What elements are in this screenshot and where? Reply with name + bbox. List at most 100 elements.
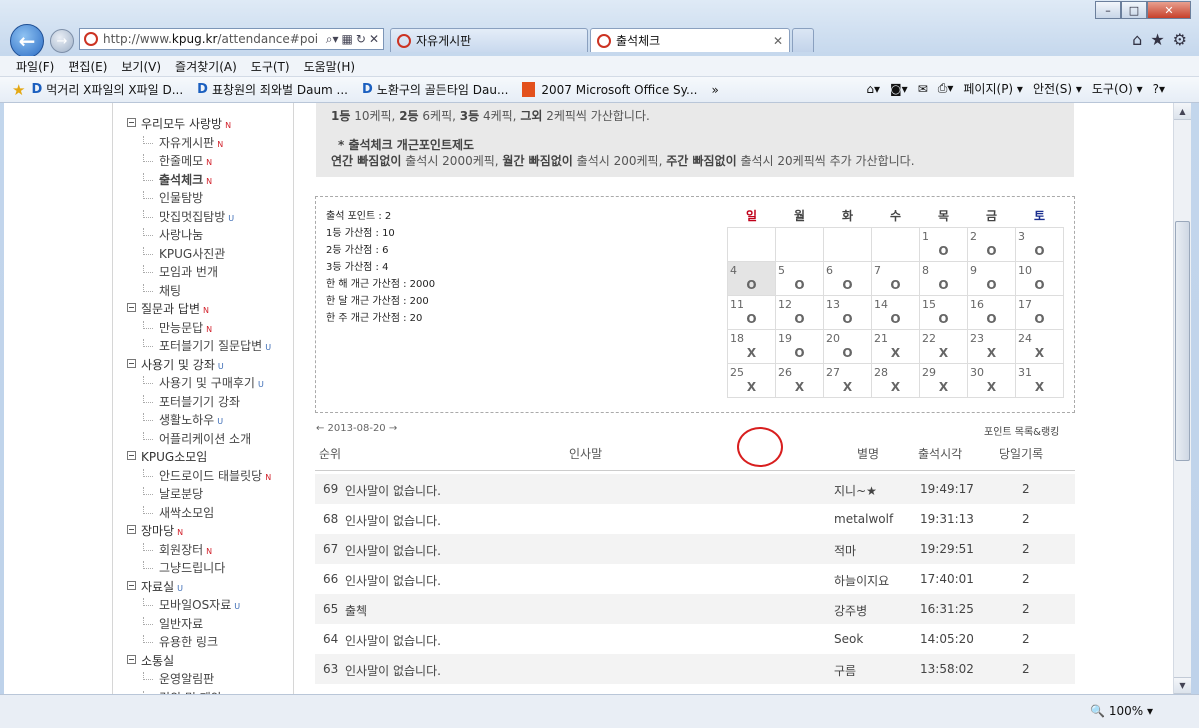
command-page[interactable]: 페이지(P) ▾ xyxy=(963,80,1023,97)
collapse-icon[interactable] xyxy=(127,525,136,534)
sidebar-item[interactable]: 안드로이드 태블릿당 N xyxy=(143,467,271,484)
sidebar-item[interactable]: 날로분당 xyxy=(143,485,203,502)
menu-help[interactable]: 도움말(H) xyxy=(304,58,356,75)
sidebar-item[interactable]: 운영알림판 xyxy=(143,670,214,687)
compat-view-icon[interactable]: ▦ xyxy=(342,32,353,47)
nick-cell[interactable]: metalwolf xyxy=(834,512,893,526)
print-icon[interactable]: ⎙▾ xyxy=(938,81,954,96)
nick-cell[interactable]: 구름 xyxy=(834,662,856,679)
sidebar-item[interactable]: 유용한 링크 xyxy=(143,633,218,650)
tree-line xyxy=(143,246,153,255)
sidebar-group[interactable]: 우리모두 사랑방 N xyxy=(127,115,231,132)
stop-icon[interactable]: ✕ xyxy=(369,32,379,47)
sidebar-item[interactable]: 모바일OS자료 U xyxy=(143,596,240,613)
menu-tools[interactable]: 도구(T) xyxy=(251,58,290,75)
tab-close-icon[interactable]: ✕ xyxy=(773,34,783,48)
sidebar-item[interactable]: 인물탐방 xyxy=(143,189,203,206)
sidebar-group[interactable]: KPUG소모임 xyxy=(127,448,207,465)
collapse-icon[interactable] xyxy=(127,654,136,664)
sidebar-group[interactable]: 자료실 U xyxy=(127,578,183,595)
sidebar-label: 자유게시판 xyxy=(159,135,215,150)
sidebar-item[interactable]: 한줄메모 N xyxy=(143,152,212,169)
sidebar-group[interactable]: 장마당 N xyxy=(127,522,183,539)
new-tab-button[interactable] xyxy=(792,28,814,52)
back-button[interactable]: ← xyxy=(10,24,44,58)
nick-cell[interactable]: 적마 xyxy=(834,542,856,559)
collapse-icon[interactable] xyxy=(127,118,136,127)
date-navigator[interactable]: ← 2013-08-20 → xyxy=(316,423,397,434)
favorites-star-icon[interactable]: ★ xyxy=(1150,30,1164,49)
sidebar-item[interactable]: 사랑나눔 xyxy=(143,226,203,243)
sidebar-item[interactable]: 사용기 및 구매후기 U xyxy=(143,374,264,391)
help-icon[interactable]: ?▾ xyxy=(1153,82,1165,96)
collapse-icon[interactable] xyxy=(127,358,136,368)
sidebar-item[interactable]: 생활노하우 U xyxy=(143,411,223,428)
sidebar-item[interactable]: 채팅 xyxy=(143,282,181,299)
sidebar-item[interactable]: 그냥드립니다 xyxy=(143,559,225,576)
sidebar-item[interactable]: 만능문답 N xyxy=(143,319,212,336)
sidebar-group[interactable]: 질문과 답변 N xyxy=(127,300,209,317)
more-chevron-icon[interactable]: » xyxy=(711,83,718,97)
menu-favorites[interactable]: 즐겨찾기(A) xyxy=(175,58,237,75)
nick-cell[interactable]: 강주병 xyxy=(834,602,867,619)
sidebar-item[interactable]: 포터블기기 질문답변 U xyxy=(143,337,271,354)
address-bar[interactable]: http://www. kpug.kr/attendance#poi ⌕▾ ▦ ↻… xyxy=(79,28,384,50)
favorites-star-icon[interactable]: ★ xyxy=(12,81,25,99)
sidebar-item[interactable]: 자유게시판 N xyxy=(143,134,223,151)
gear-icon[interactable]: ⚙ xyxy=(1173,30,1187,49)
rss-icon[interactable]: ◙▾ xyxy=(890,82,908,96)
sidebar-item[interactable]: 어플리케이션 소개 xyxy=(143,430,251,447)
table-row: 65 출첵 강주병 16:31:25 2 xyxy=(315,594,1075,624)
menu-file[interactable]: 파일(F) xyxy=(16,58,54,75)
sidebar-group[interactable]: 사용기 및 강좌 U xyxy=(127,356,224,373)
forward-button[interactable]: → xyxy=(50,29,74,53)
attendance-mark: O xyxy=(938,277,949,292)
refresh-icon[interactable]: ↻ xyxy=(356,32,366,47)
command-tools[interactable]: 도구(O) ▾ xyxy=(1092,80,1143,97)
sidebar-item[interactable]: 회원장터 N xyxy=(143,541,212,558)
zoom-level[interactable]: 🔍 100% ▾ xyxy=(1090,704,1153,718)
scroll-thumb[interactable] xyxy=(1175,221,1190,461)
home-icon[interactable]: ⌂ xyxy=(1132,30,1142,49)
favorite-link[interactable]: D 표창원의 죄와벌 Daum ... xyxy=(197,81,348,98)
sidebar-group[interactable]: 소통실 xyxy=(127,652,174,669)
weekday-label: 목 xyxy=(919,205,968,228)
menu-view[interactable]: 보기(V) xyxy=(121,58,161,75)
sidebar-item[interactable]: 출석체크 N xyxy=(143,171,212,188)
address-site: kpug.kr xyxy=(171,32,218,46)
search-icon[interactable]: ⌕▾ xyxy=(326,32,339,47)
collapse-icon[interactable] xyxy=(127,451,136,460)
nick-cell[interactable]: 하늘이지요 xyxy=(834,572,889,589)
command-safety[interactable]: 안전(S) ▾ xyxy=(1033,80,1082,97)
vertical-scrollbar[interactable]: ▲ ▼ xyxy=(1173,103,1191,694)
favorite-link[interactable]: D 노환구의 골든타임 Dau... xyxy=(362,81,508,98)
sidebar-item[interactable]: 모임과 번개 xyxy=(143,263,218,280)
favorite-link[interactable]: D 먹거리 X파일의 X파일 D... xyxy=(31,81,183,98)
maximize-icon[interactable]: □ xyxy=(1121,1,1147,19)
home-icon[interactable]: ⌂▾ xyxy=(866,82,880,96)
tree-line xyxy=(143,154,153,162)
points-ranking-link[interactable]: 포인트 목록&랭킹 xyxy=(984,423,1059,438)
sidebar-item[interactable]: 새싹소모임 xyxy=(143,504,214,521)
day-number: 24 xyxy=(1018,331,1032,345)
collapse-icon[interactable] xyxy=(127,303,136,312)
close-icon[interactable]: ✕ xyxy=(1147,1,1191,19)
greeting-cell: 인사말이 없습니다. xyxy=(345,514,441,528)
menu-edit[interactable]: 편집(E) xyxy=(68,58,107,75)
minimize-icon[interactable]: – xyxy=(1095,1,1121,19)
sidebar-item[interactable]: 일반자료 xyxy=(143,615,203,632)
nick-cell[interactable]: 지니~★ xyxy=(834,482,877,499)
nick-cell[interactable]: Seok xyxy=(834,632,863,646)
scroll-up-icon[interactable]: ▲ xyxy=(1174,103,1191,120)
collapse-icon[interactable] xyxy=(127,580,136,590)
tab-attendance[interactable]: 출석체크 ✕ xyxy=(590,28,790,52)
sidebar-item[interactable]: KPUG사진관 xyxy=(143,245,225,262)
tab-free-board[interactable]: 자유게시판 xyxy=(390,28,588,52)
sidebar-item[interactable]: 포터블기기 강좌 xyxy=(143,393,240,410)
sidebar-item[interactable]: 맛집멋집탐방 U xyxy=(143,208,234,225)
mail-icon[interactable]: ✉ xyxy=(918,82,928,96)
favorite-link[interactable]: 2007 Microsoft Office Sy... xyxy=(522,82,697,97)
tree-line xyxy=(143,487,153,495)
scroll-down-icon[interactable]: ▼ xyxy=(1174,677,1191,694)
day-number: 18 xyxy=(730,331,744,345)
